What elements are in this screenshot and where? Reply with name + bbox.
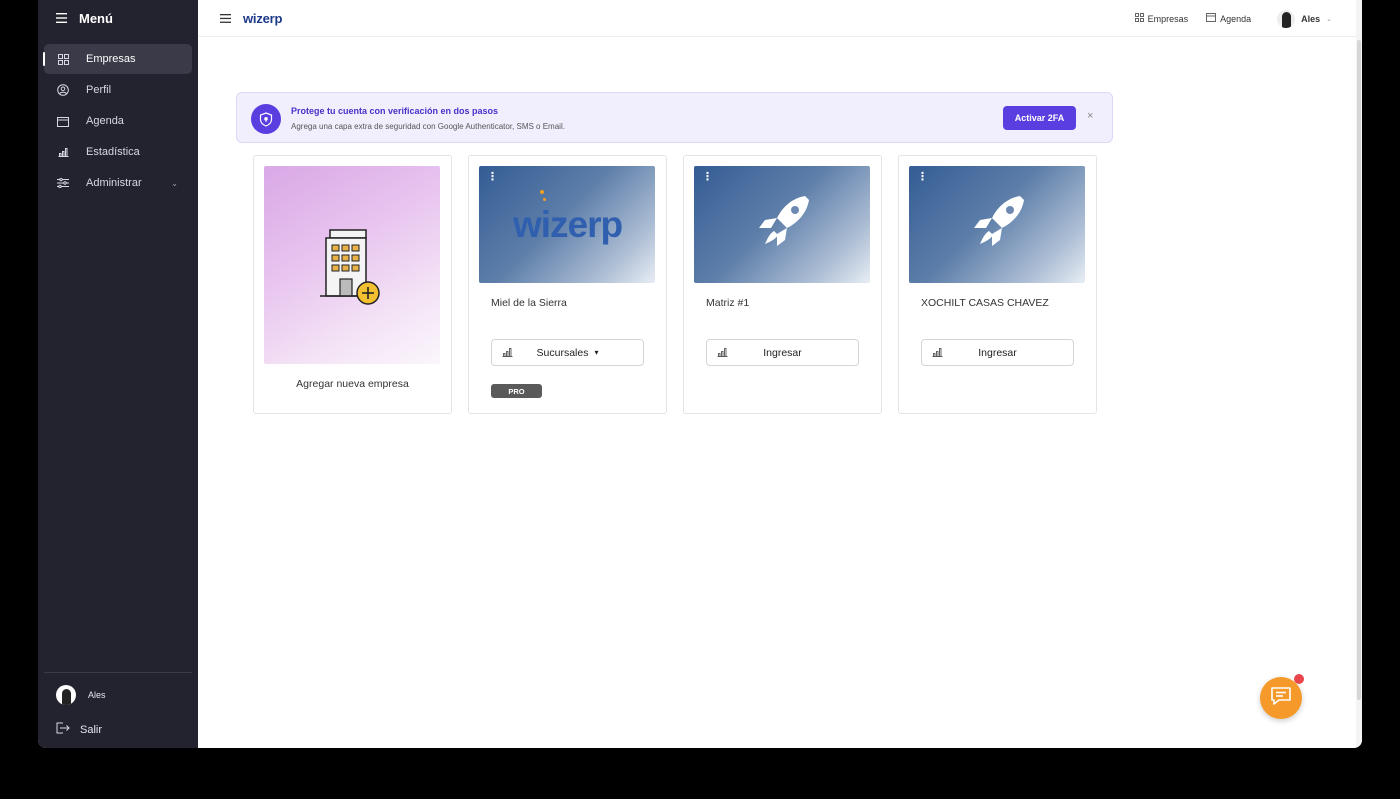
close-icon[interactable]: × [1087,110,1093,122]
company-card: wizerp ⋮ Miel de la Sierra Sucursales ▾ … [468,155,667,414]
sidebar-item-administrar[interactable]: Administrar ⌄ [44,168,192,198]
calendar-icon [56,114,70,128]
grid-icon [1134,13,1144,24]
wizerp-logo[interactable]: wizerp [243,11,282,26]
hamburger-menu-icon[interactable] [56,10,67,28]
ingresar-button[interactable]: Ingresar [706,339,859,366]
building-add-icon [320,229,380,305]
topbar-link-agenda[interactable]: Agenda [1206,13,1251,24]
sidebar-item-perfil[interactable]: Perfil [44,75,192,105]
rocket-icon [974,196,1024,246]
company-name: Matriz #1 [706,297,750,309]
sidebar-item-estadistica[interactable]: Estadística [44,137,192,167]
topbar-actions: Empresas Agenda Ales ⌄ [1134,0,1332,37]
sidebar-title: Menú [79,11,113,26]
company-image [694,166,870,283]
status-badge: PRO [491,384,542,398]
shield-icon [251,104,281,134]
sidebar-item-empresas[interactable]: Empresas [43,44,192,74]
sidebar-item-label: Agenda [86,115,124,127]
grid-icon [56,52,70,66]
app-window: Menú Empresas Perfil Agenda Estadística … [38,0,1362,748]
ingresar-button[interactable]: Ingresar [921,339,1074,366]
add-company-image [264,166,440,364]
bar-chart-icon [717,347,728,360]
topbar-user-menu[interactable]: Ales ⌄ [1277,9,1332,28]
topbar: wizerp Empresas Agenda Ales ⌄ [198,0,1362,37]
sidebar-item-label: Administrar [86,177,142,189]
caret-down-icon: ▾ [594,348,599,357]
two-factor-banner: Protege tu cuenta con verificación en do… [236,92,1113,143]
more-options-icon[interactable]: ⋮ [487,172,498,183]
activate-2fa-button[interactable]: Activar 2FA [1003,106,1076,130]
sidebar-item-label: Empresas [86,53,136,65]
more-options-icon[interactable]: ⋮ [702,172,713,183]
logout-button[interactable]: Salir [56,722,102,737]
sidebar: Menú Empresas Perfil Agenda Estadística … [38,0,198,748]
more-options-icon[interactable]: ⋮ [917,172,928,183]
sidebar-divider [44,672,192,673]
topbar-user-name: Ales [1301,13,1321,24]
banner-title: Protege tu cuenta con verificación en do… [291,106,499,116]
user-circle-icon [56,83,70,97]
sliders-icon [56,176,70,190]
company-image [909,166,1085,283]
company-image: wizerp [479,166,655,283]
avatar [56,685,76,705]
hamburger-menu-icon[interactable] [220,13,231,23]
company-name: Miel de la Sierra [491,297,567,309]
logout-label: Salir [80,723,103,736]
chat-icon [1270,686,1292,711]
notification-dot [1294,674,1304,684]
add-company-label: Agregar nueva empresa [296,378,409,390]
topbar-link-empresas[interactable]: Empresas [1134,13,1188,24]
sidebar-user[interactable]: Ales [56,685,106,705]
sidebar-user-name: Ales [88,690,106,700]
bar-chart-icon [932,347,943,360]
bar-chart-icon [56,145,70,159]
company-name: XOCHILT CASAS CHAVEZ [921,297,1049,309]
wizerp-logo: wizerp [513,204,623,245]
logout-icon [56,722,70,737]
chevron-down-icon: ⌄ [1326,15,1332,23]
sidebar-item-agenda[interactable]: Agenda [44,106,192,136]
sucursales-dropdown-button[interactable]: Sucursales ▾ [491,339,644,366]
scrollbar-thumb[interactable] [1357,40,1361,700]
sidebar-item-label: Perfil [86,84,112,96]
banner-subtitle: Agrega una capa extra de seguridad con G… [291,122,565,131]
rocket-icon [759,196,809,246]
bar-chart-icon [502,347,513,360]
sidebar-header: Menú [38,0,198,37]
sidebar-item-label: Estadística [86,146,140,158]
scrollbar[interactable] [1356,0,1362,748]
company-card: ⋮ XOCHILT CASAS CHAVEZ Ingresar [898,155,1097,414]
chat-button[interactable] [1260,674,1304,719]
calendar-icon [1206,13,1217,24]
company-card: ⋮ Matriz #1 Ingresar [683,155,882,414]
chevron-down-icon: ⌄ [171,178,178,188]
add-company-card[interactable]: Agregar nueva empresa [253,155,452,414]
avatar [1277,9,1296,28]
